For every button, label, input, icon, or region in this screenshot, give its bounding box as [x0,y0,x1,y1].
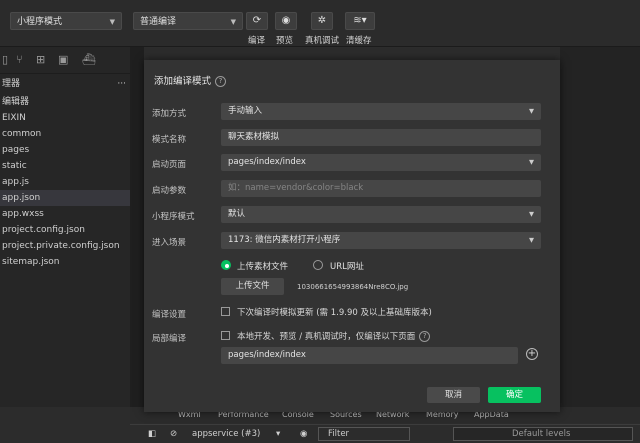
mp-mode-label: 小程序模式 [152,212,195,222]
remote-debug-button[interactable]: ✲ [311,12,333,30]
top-toolbar: 小程序模式 ▼ 普通编译 ▼ ⟳ ◉ ✲ ≋▾ 编译 预览 真机调试 清缓存 [0,0,640,47]
compile-select[interactable]: 普通编译 ▼ [133,12,243,30]
caret-down-icon: ▼ [529,210,534,218]
start-params-label: 启动参数 [152,186,187,196]
start-params-placeholder: 如：name=vendor&color=black [228,183,364,193]
file-tree: common pages static app.js app.json app.wxss p… [0,126,130,270]
eye-icon: ◉ [281,15,291,26]
preview-label: 预览 [276,36,294,46]
explorer-header: 理器 ··· [0,74,130,94]
mode-name-label: 模式名称 [152,135,187,145]
local-compile-text: 本地开发、预览 / 真机调试时，仅编译以下页面? [237,330,431,342]
local-compile-label: 局部编译 [152,334,187,344]
scene-select[interactable]: 1173: 微信内素材打开小程序 ▼ [221,232,541,249]
more-icon[interactable]: ··· [117,74,126,94]
dialog-title: 添加编译模式? [154,73,227,87]
clear-console-icon[interactable]: ⊘ [170,429,177,439]
url-radio-label: URL网址 [330,262,364,272]
simulate-update-checkbox[interactable] [221,307,230,316]
mode-select[interactable]: 小程序模式 ▼ [10,12,122,30]
preview-button[interactable]: ◉ [275,12,297,30]
file-icon[interactable]: ▯ [2,53,8,66]
help-icon[interactable]: ? [419,331,431,342]
compile-select-value: 普通编译 [140,17,177,27]
remote-debug-label: 真机调试 [305,36,340,46]
project-section[interactable]: EIXIN [0,110,130,126]
add-compile-mode-dialog: 添加编译模式? 添加方式 手动输入 ▼ 模式名称 聊天素材模拟 启动页面 pag… [144,60,560,412]
help-icon[interactable]: ? [215,76,227,87]
compile-label: 编译 [248,36,266,46]
layers-icon: ≋▾ [353,15,367,26]
local-compile-checkbox[interactable] [221,331,230,340]
local-compile-text-value: 本地开发、预览 / 真机调试时，仅编译以下页面 [237,332,416,342]
start-params-input[interactable]: 如：name=vendor&color=black [221,180,541,197]
filter-placeholder: Filter [328,429,350,439]
open-editors-section[interactable]: 编辑器 [0,94,130,110]
dialog-title-text: 添加编译模式 [154,76,212,87]
mode-name-input[interactable]: 聊天素材模拟 [221,129,541,146]
console-toolbar: ◧ ⊘ appservice (#3) ▾ ◉ Filter Default l… [130,424,640,443]
caret-down-icon: ▼ [529,107,534,115]
file-tree-item[interactable]: sitemap.json [0,254,130,270]
sidebar-toggle-icon[interactable]: ◧ [148,429,156,439]
confirm-button[interactable]: 确定 [488,387,541,403]
local-page-value: pages/index/index [228,350,306,360]
caret-down-icon: ▼ [529,158,534,166]
mp-mode-value: 默认 [228,209,246,219]
uploaded-file-name: 1030661654993864Nre8CO.jpg [297,283,409,291]
explorer-title: 理器 [2,79,21,89]
levels-select[interactable]: Default levels [512,429,570,439]
file-tree-item[interactable]: app.js [0,174,130,190]
explorer-icon-row: ▯ ⑂ ⊞ ▣ ⛴ [0,47,130,74]
upload-file-radio[interactable] [221,260,231,270]
start-page-value: pages/index/index [228,157,306,167]
add-method-label: 添加方式 [152,109,187,119]
scene-label: 进入场景 [152,238,187,248]
refresh-icon: ⟳ [252,15,262,26]
caret-down-icon: ▾ [276,429,281,439]
file-tree-item[interactable]: pages [0,142,130,158]
editor-area [560,47,640,407]
clear-cache-button[interactable]: ≋▾ [345,12,375,30]
add-method-select[interactable]: 手动输入 ▼ [221,103,541,120]
image-icon[interactable]: ▣ [58,53,68,66]
add-method-value: 手动输入 [228,106,263,116]
cancel-button[interactable]: 取消 [427,387,480,403]
clear-cache-label: 清缓存 [346,36,372,46]
file-tree-item[interactable]: project.config.json [0,222,130,238]
upload-file-radio-label: 上传素材文件 [237,262,289,272]
file-tree-item[interactable]: static [0,158,130,174]
local-page-input[interactable]: pages/index/index [221,347,518,364]
caret-down-icon: ▼ [230,18,236,26]
start-page-label: 启动页面 [152,160,187,170]
bug-icon: ✲ [317,15,327,26]
compile-button[interactable]: ⟳ [246,12,268,30]
simulate-update-label: 下次编译时模拟更新 (需 1.9.90 及以上基础库版本) [237,308,432,318]
url-radio[interactable] [313,260,323,270]
mode-name-value: 聊天素材模拟 [228,132,280,142]
file-tree-item[interactable]: project.private.config.json [0,238,130,254]
mode-select-value: 小程序模式 [17,17,63,27]
file-tree-item[interactable]: app.json [0,190,130,206]
caret-down-icon: ▼ [529,236,534,244]
start-page-select[interactable]: pages/index/index ▼ [221,154,541,171]
branch-icon[interactable]: ⑂ [16,53,23,66]
compile-settings-label: 编译设置 [152,310,187,320]
file-tree-item[interactable]: app.wxss [0,206,130,222]
docker-icon[interactable]: ⛴ [82,53,96,66]
add-page-icon[interactable]: + [526,348,538,360]
explorer-panel: ▯ ⑂ ⊞ ▣ ⛴ 理器 ··· 编辑器 EIXIN common pages st… [0,47,130,407]
scene-value: 1173: 微信内素材打开小程序 [228,235,341,245]
eye-icon[interactable]: ◉ [300,429,307,439]
caret-down-icon: ▼ [109,18,115,26]
extensions-icon[interactable]: ⊞ [36,53,45,66]
mp-mode-select[interactable]: 默认 ▼ [221,206,541,223]
upload-file-button[interactable]: 上传文件 [221,278,284,295]
context-select-value: appservice (#3) [192,429,261,439]
panel-divider [130,47,144,407]
file-tree-item[interactable]: common [0,126,130,142]
